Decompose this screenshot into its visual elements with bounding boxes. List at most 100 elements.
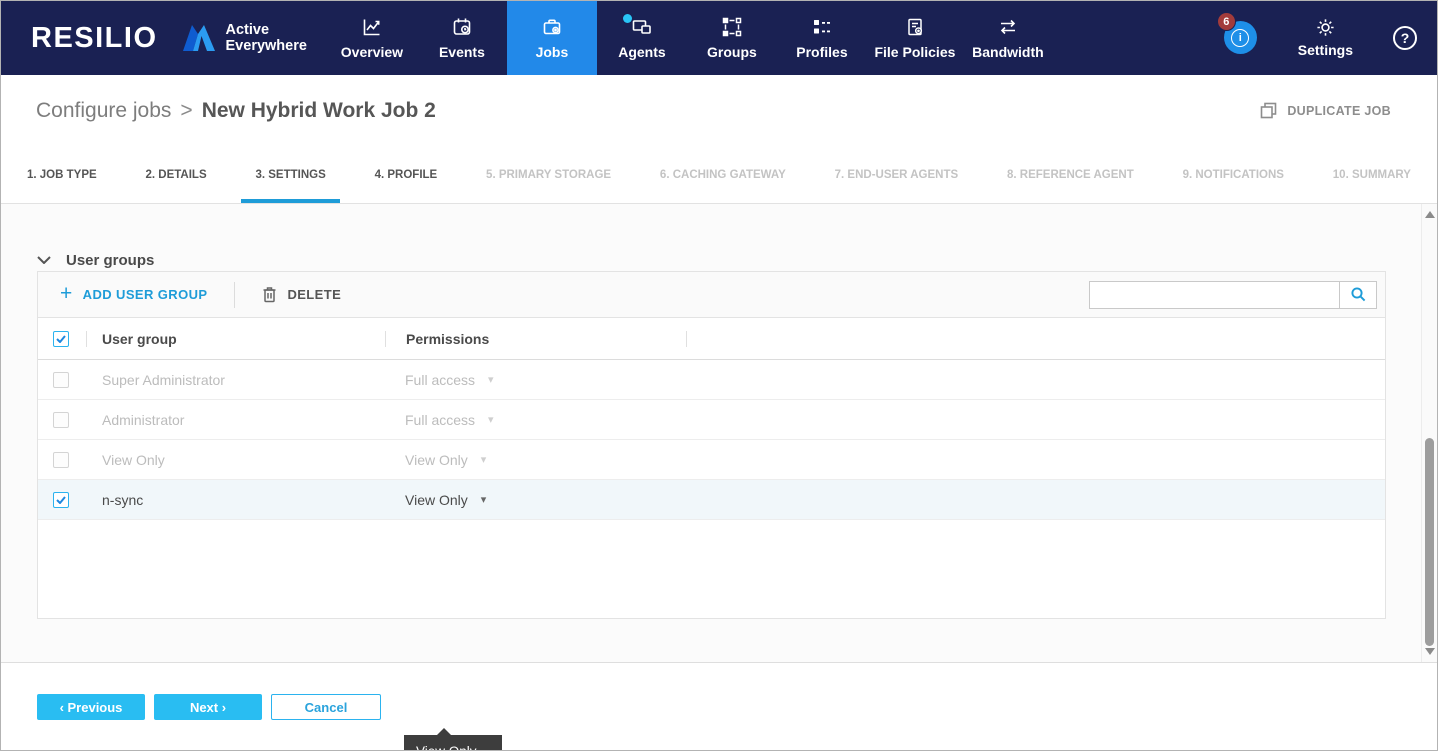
resilio-logo[interactable]: RESILIO (1, 22, 158, 55)
column-header-user-group[interactable]: User group (86, 318, 385, 359)
wizard-footer: ‹ Previous Next › Cancel (1, 662, 1437, 751)
agents-status-dot (623, 14, 632, 23)
wizard-tabs: 1. JOB TYPE 2. DETAILS 3. SETTINGS 4. PR… (1, 146, 1437, 204)
row-checkbox[interactable] (53, 492, 69, 508)
permission-select-open[interactable]: View Only (385, 492, 686, 508)
delete-button[interactable]: DELETE (262, 286, 341, 303)
tab-details[interactable]: 2. DETAILS (146, 146, 207, 203)
previous-button[interactable]: ‹ Previous (37, 694, 145, 720)
table-row-super-administrator[interactable]: Super Administrator Full access (38, 360, 1385, 400)
next-button[interactable]: Next › (154, 694, 262, 720)
nav-label: Groups (707, 44, 757, 60)
nav-item-groups[interactable]: Groups (687, 1, 777, 75)
add-user-group-button[interactable]: ADD USER GROUP (60, 286, 207, 303)
menu-item-view-only[interactable]: View Only (404, 735, 502, 751)
row-checkbox[interactable] (53, 412, 69, 428)
page-title: New Hybrid Work Job 2 (202, 99, 436, 122)
search-button[interactable] (1339, 281, 1377, 309)
duplicate-job-button[interactable]: DUPLICATE JOB (1260, 102, 1391, 119)
column-divider (385, 331, 386, 347)
duplicate-icon (1260, 102, 1277, 119)
column-divider (86, 331, 87, 347)
briefcase-icon (542, 17, 562, 37)
nav-item-overview[interactable]: Overview (327, 1, 417, 75)
list-grid-icon (812, 17, 832, 37)
nav-item-jobs[interactable]: Jobs (507, 1, 597, 75)
help-button[interactable]: ? (1393, 26, 1417, 50)
question-icon: ? (1401, 30, 1410, 46)
app-window: RESILIO Active Everywhere Overv (0, 0, 1438, 751)
nav-item-bandwidth[interactable]: Bandwidth (963, 1, 1053, 75)
caret-down-icon (481, 453, 487, 466)
table-row-view-only[interactable]: View Only View Only (38, 440, 1385, 480)
table-header: User group Permissions (38, 318, 1385, 360)
nav-label: Profiles (796, 44, 847, 60)
permission-select: Full access (385, 372, 686, 388)
row-checkbox[interactable] (53, 372, 69, 388)
cancel-button[interactable]: Cancel (271, 694, 381, 720)
nav-item-events[interactable]: Events (417, 1, 507, 75)
vertical-scrollbar[interactable] (1421, 204, 1437, 662)
search-box (1089, 281, 1377, 309)
column-header-empty (686, 318, 1385, 359)
search-icon (1350, 286, 1367, 303)
table-row-n-sync[interactable]: n-sync View Only (38, 480, 1385, 520)
scroll-up-arrow-icon[interactable] (1425, 211, 1435, 218)
caret-down-icon (481, 493, 487, 506)
notification-badge: 6 (1217, 12, 1236, 31)
section-title: User groups (66, 252, 154, 269)
nav-item-profiles[interactable]: Profiles (777, 1, 867, 75)
user-groups-toolbar: ADD USER GROUP DELETE (38, 272, 1385, 318)
table-empty-area (38, 520, 1385, 618)
user-groups-section-toggle[interactable]: User groups (37, 204, 1386, 271)
scroll-down-arrow-icon[interactable] (1425, 648, 1435, 655)
scrollbar-thumb[interactable] (1425, 438, 1434, 646)
select-all-checkbox[interactable] (53, 331, 69, 347)
active-everywhere-mark-icon (182, 23, 216, 53)
main-nav: Overview Events (327, 1, 1053, 75)
row-checkbox[interactable] (53, 452, 69, 468)
calendar-icon (452, 17, 472, 37)
user-groups-panel: ADD USER GROUP DELETE (37, 271, 1386, 619)
breadcrumb-separator-icon: > (180, 99, 192, 122)
user-group-name: n-sync (86, 492, 385, 508)
nav-item-agents[interactable]: Agents (597, 1, 687, 75)
trash-icon (262, 286, 277, 303)
tab-end-user-agents: 7. END-USER AGENTS (835, 146, 959, 203)
tab-primary-storage: 5. PRIMARY STORAGE (486, 146, 611, 203)
plus-icon (60, 286, 73, 303)
top-right-controls: i 6 Settings ? (1224, 1, 1437, 75)
gear-icon (1316, 18, 1335, 37)
settings-button[interactable]: Settings (1298, 18, 1353, 58)
column-divider (686, 331, 687, 347)
user-group-name: Administrator (86, 412, 385, 428)
toolbar-divider (234, 282, 235, 308)
notifications-button[interactable]: i 6 (1224, 21, 1258, 55)
settings-label: Settings (1298, 42, 1353, 58)
active-everywhere-logo[interactable]: Active Everywhere (182, 1, 307, 75)
column-header-permissions[interactable]: Permissions (385, 318, 686, 359)
user-group-name: Super Administrator (86, 372, 385, 388)
chart-icon (362, 17, 382, 37)
nav-item-file-policies[interactable]: File Policies (867, 1, 963, 75)
tab-job-type[interactable]: 1. JOB TYPE (27, 146, 97, 203)
top-navigation: RESILIO Active Everywhere Overv (1, 1, 1437, 75)
tab-profile[interactable]: 4. PROFILE (375, 146, 438, 203)
duplicate-label: DUPLICATE JOB (1287, 104, 1391, 118)
breadcrumb-section[interactable]: Configure jobs (36, 99, 171, 122)
permission-select: View Only (385, 452, 686, 468)
permissions-dropdown-menu: View Only Run Edit & Run Full access (404, 735, 502, 751)
selection-icon (722, 17, 742, 37)
search-input[interactable] (1089, 281, 1339, 309)
product-name: Active Everywhere (226, 22, 307, 54)
tab-summary: 10. SUMMARY (1333, 146, 1411, 203)
tab-caching-gateway: 6. CACHING GATEWAY (660, 146, 786, 203)
transfer-arrows-icon (998, 17, 1018, 37)
page-header: Configure jobs > New Hybrid Work Job 2 DUP… (1, 75, 1437, 146)
nav-label: Overview (341, 44, 403, 60)
tab-notifications: 9. NOTIFICATIONS (1183, 146, 1284, 203)
chevron-down-icon (37, 256, 51, 264)
table-row-administrator[interactable]: Administrator Full access (38, 400, 1385, 440)
caret-down-icon (488, 373, 494, 386)
tab-settings[interactable]: 3. SETTINGS (255, 146, 325, 203)
